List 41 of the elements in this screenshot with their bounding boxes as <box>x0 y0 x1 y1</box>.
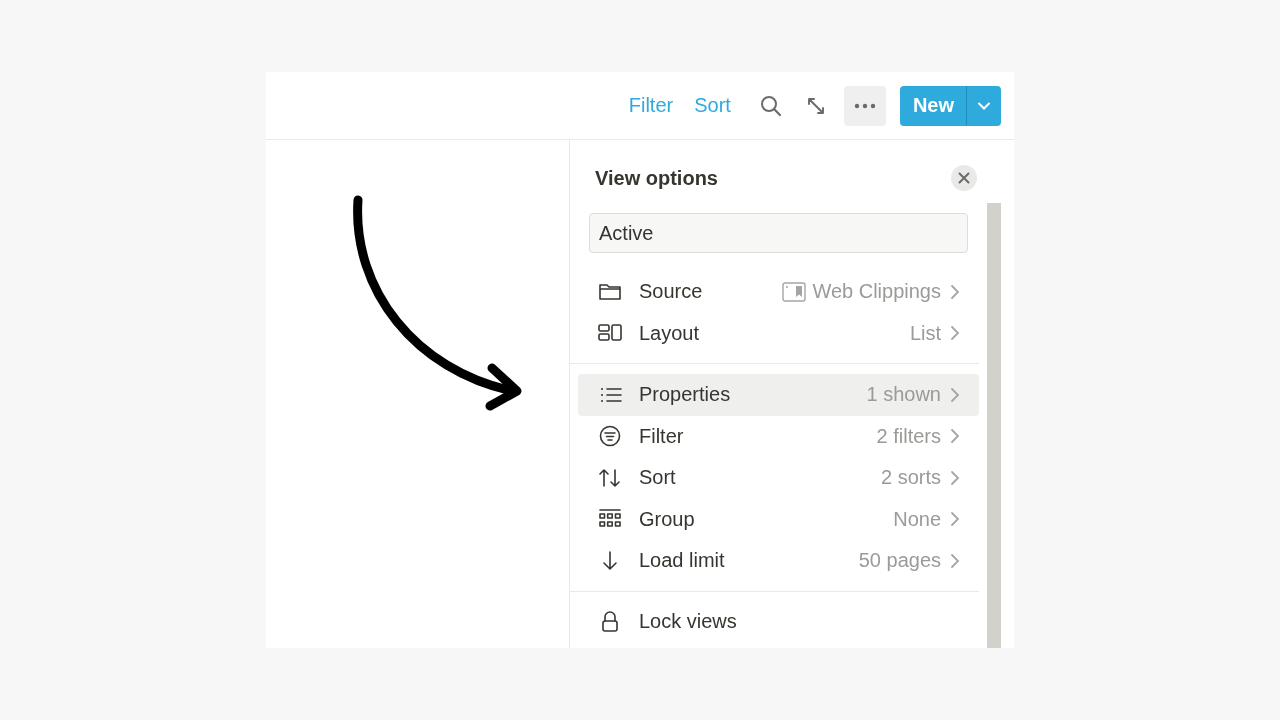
option-row[interactable]: Layout List <box>578 312 979 354</box>
chevron-right-icon <box>950 469 960 486</box>
option-value: 50 pages <box>858 549 941 573</box>
caret-icon <box>977 101 991 110</box>
option-label: Group <box>639 507 695 531</box>
more-button[interactable] <box>843 85 886 126</box>
chevron-right-icon <box>950 283 960 300</box>
option-label: Source <box>639 280 703 304</box>
panel-title: View options <box>595 166 719 190</box>
option-row[interactable]: Properties 1 shown <box>578 374 979 416</box>
option-value: List <box>909 321 941 345</box>
option-row[interactable]: Source Web Clippings <box>578 271 979 313</box>
option-value: Web Clippings <box>812 280 941 304</box>
chevron-right-icon <box>950 511 960 528</box>
close-icon <box>958 172 970 184</box>
close-button[interactable] <box>951 165 977 191</box>
option-value: 2 sorts <box>880 466 941 490</box>
option-label: Properties <box>639 383 731 407</box>
more-icon <box>853 102 876 109</box>
option-label: Load limit <box>639 549 725 573</box>
chevron-right-icon <box>950 552 960 569</box>
option-label: Layout <box>639 321 700 345</box>
option-label: Lock views <box>639 610 737 634</box>
scrollbar[interactable] <box>987 203 1001 648</box>
expand-icon <box>805 95 826 116</box>
chevron-right-icon <box>950 386 960 403</box>
option-label: Sort <box>639 466 676 490</box>
option-row[interactable]: Load limit 50 pages <box>578 540 979 582</box>
view-name-field[interactable]: Active <box>589 213 968 253</box>
search-icon <box>759 94 782 117</box>
option-row[interactable]: Lock views <box>578 601 979 643</box>
option-row[interactable]: Group None <box>578 498 979 540</box>
page-icon <box>782 281 807 302</box>
chevron-right-icon <box>950 325 960 342</box>
option-value: 1 shown <box>866 383 941 407</box>
option-value: 2 filters <box>876 424 941 448</box>
option-row[interactable]: Sort 2 sorts <box>578 457 979 499</box>
option-row[interactable]: Filter 2 filters <box>578 415 979 457</box>
chevron-right-icon <box>950 428 960 445</box>
option-label: Filter <box>639 424 684 448</box>
option-value: None <box>893 507 941 531</box>
